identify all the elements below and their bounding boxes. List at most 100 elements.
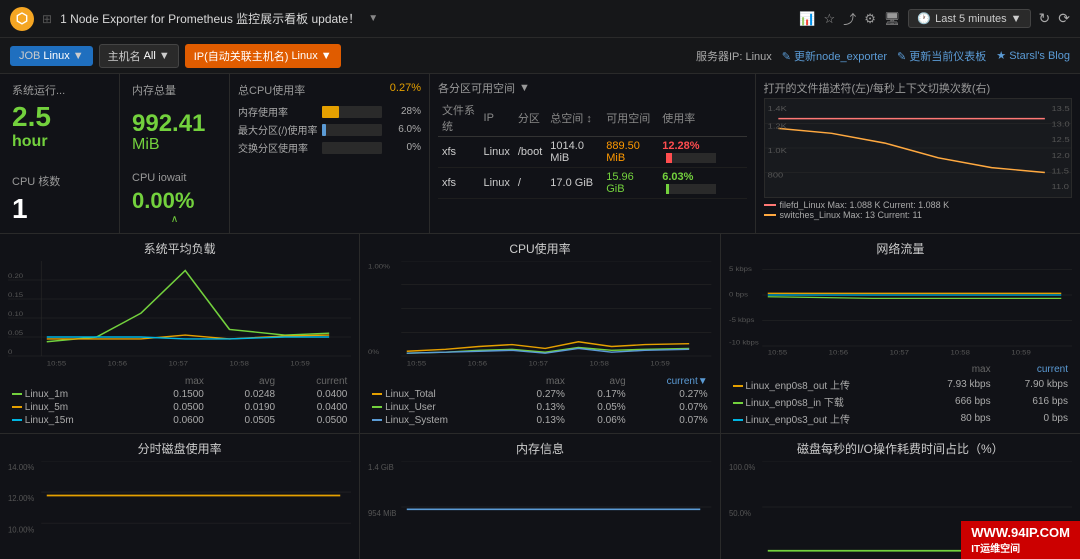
net-out-cur: 7.90 kbps <box>995 376 1072 393</box>
net-dot-in <box>733 402 743 404</box>
refresh-icon[interactable]: ↻ <box>1039 10 1051 27</box>
network-chart-title: 网络流量 <box>729 240 1072 257</box>
clock-icon: 🕐 <box>917 12 931 25</box>
cpu-col-max: max <box>508 375 569 388</box>
bar-track-1 <box>322 124 382 136</box>
update-exporter-link[interactable]: ✎ 更新node_exporter <box>782 48 887 64</box>
bottom-row: 分时磁盘使用率 14.00% 12.00% 10.00% 内存信息 <box>0 434 1080 559</box>
fs-cell-avail-1: 15.96 GiB <box>602 168 658 199</box>
fs-col-0: 文件系统 <box>438 100 480 137</box>
time-selector[interactable]: 🕐 Last 5 minutes ▼ <box>908 9 1030 28</box>
service-ip-label: 服务器IP: Linux <box>696 48 772 64</box>
bar-label-0: 内存使用率 <box>238 104 318 119</box>
svg-text:13.0: 13.0 <box>1051 121 1070 129</box>
time-dropdown-icon: ▼ <box>1011 13 1022 25</box>
load-col-avg: avg <box>208 375 279 388</box>
host-filter[interactable]: 主机名 All ▼ <box>99 44 179 68</box>
fd-legend-1: filefd_Linux Max: 1.088 K Current: 1.088… <box>764 200 1073 210</box>
svg-text:10:58: 10:58 <box>590 359 609 367</box>
load-legend-1m: Linux_1m 0.1500 0.0248 0.0400 <box>8 388 351 401</box>
net-legend-out: Linux_enp0s8_out 上传 7.93 kbps 7.90 kbps <box>729 376 1072 393</box>
disk-usage-chart: 14.00% 12.00% 10.00% <box>8 461 351 553</box>
chart-icon[interactable]: 📊 <box>799 11 815 27</box>
svg-text:1.2K: 1.2K <box>767 123 787 131</box>
svg-text:0 bps: 0 bps <box>729 292 749 298</box>
load-5m-avg: 0.0190 <box>208 401 279 414</box>
cpu-dot-user <box>372 406 382 408</box>
uptime-label: 系统运行... <box>12 82 107 98</box>
memory-svg: 1.4 GiB 954 MiB <box>368 461 711 553</box>
blog-link[interactable]: ★ Starsl's Blog <box>996 49 1070 62</box>
dashboard-title: 1 Node Exporter for Prometheus 监控展示看板 up… <box>60 10 360 27</box>
bar-label-2: 交换分区使用率 <box>238 140 318 155</box>
cpu-total-avg: 0.17% <box>569 388 630 401</box>
ip-filter[interactable]: IP(自动关联主机名) Linux ▼ <box>185 44 341 68</box>
bar-val-0: 28% <box>386 106 421 117</box>
grid-icon: ⊞ <box>42 12 52 26</box>
app-logo: ⬡ <box>10 7 34 31</box>
disk-usage-title: 分时磁盘使用率 <box>8 440 351 457</box>
star-icon[interactable]: ☆ <box>824 11 836 27</box>
ip-label: IP(自动关联主机名) <box>194 48 289 64</box>
swap-bar-row: 交换分区使用率 0% <box>238 140 421 155</box>
update-dashboard-link[interactable]: ✎ 更新当前仪表板 <box>897 48 986 64</box>
fd-legend-text-2: switches_Linux Max: 13 Current: 11 <box>780 210 922 220</box>
fs-dropdown-icon[interactable]: ▼ <box>519 82 530 94</box>
watermark-text: IT运维空间 <box>971 540 1070 555</box>
load-15m-avg: 0.0505 <box>208 414 279 427</box>
auto-refresh-icon[interactable]: ⟳ <box>1058 10 1070 27</box>
cpu-legend: max avg current▼ Linux_Total 0.27% 0.17%… <box>368 375 711 427</box>
fs-row-0: xfs Linux /boot 1014.0 MiB 889.50 MiB 12… <box>438 137 747 168</box>
svg-text:5 kbps: 5 kbps <box>729 267 752 273</box>
fs-cell-pct-1: 6.03% <box>658 168 746 199</box>
fs-col-1: IP <box>480 100 514 137</box>
filter-bar: JOB Linux ▼ 主机名 All ▼ IP(自动关联主机名) Linux … <box>0 38 1080 74</box>
net-in-max: 666 bps <box>917 393 994 410</box>
svg-text:10:56: 10:56 <box>828 350 848 356</box>
svg-text:0.15: 0.15 <box>8 291 23 299</box>
svg-text:10:56: 10:56 <box>468 359 487 367</box>
memory-unit: MiB <box>132 136 217 154</box>
filter-right: 服务器IP: Linux ✎ 更新node_exporter ✎ 更新当前仪表板… <box>696 48 1070 64</box>
title-dropdown-icon[interactable]: ▼ <box>368 13 378 24</box>
cpu-dot-system <box>372 419 382 421</box>
cpu-legend-system: Linux_System 0.13% 0.06% 0.07% <box>368 414 711 427</box>
svg-text:50.0%: 50.0% <box>729 509 751 518</box>
share-icon[interactable]: ⤴ <box>843 9 856 28</box>
svg-text:0%: 0% <box>368 348 380 356</box>
load-1m-cur: 0.0400 <box>279 388 351 401</box>
load-chart-area: 0.20 0.15 0.10 0.05 0 10:55 10:56 10:57 … <box>8 261 351 375</box>
cpu-system-max: 0.13% <box>508 414 569 427</box>
load-dot-5m <box>12 406 22 408</box>
network-chart-panel: 网络流量 5 kbps 0 bps -5 kbps -10 kbps <box>721 234 1080 433</box>
svg-text:12.0: 12.0 <box>1051 152 1070 160</box>
fs-cell-avail-0: 889.50 MiB <box>602 137 658 168</box>
cpu-usage-title: 总CPU使用率 <box>238 82 305 98</box>
monitor-icon[interactable]: 🖥 <box>884 11 901 27</box>
svg-text:1.4 GiB: 1.4 GiB <box>368 463 394 472</box>
host-label: 主机名 <box>108 48 141 64</box>
main-content: 系统运行... 2.5 hour CPU 核数 1 内存总量 992.41 Mi… <box>0 74 1080 559</box>
host-value: All <box>144 50 156 62</box>
uptime-panel: 系统运行... 2.5 hour CPU 核数 1 <box>0 74 120 233</box>
host-dropdown-icon: ▼ <box>159 50 170 62</box>
bar-track-2 <box>322 142 382 154</box>
svg-text:10:57: 10:57 <box>889 350 909 356</box>
net-out-max: 7.93 kbps <box>917 376 994 393</box>
job-filter[interactable]: JOB Linux ▼ <box>10 46 93 66</box>
cpu-col-avg: avg <box>569 375 630 388</box>
svg-text:10:57: 10:57 <box>169 359 188 367</box>
svg-text:12.00%: 12.00% <box>8 494 34 503</box>
cpu-user-cur: 0.07% <box>630 401 712 414</box>
fd-legend: filefd_Linux Max: 1.088 K Current: 1.088… <box>764 200 1073 220</box>
svg-text:14.00%: 14.00% <box>8 463 34 472</box>
fs-cell-pct-0: 12.28% <box>658 137 746 168</box>
svg-text:13.5: 13.5 <box>1051 105 1070 113</box>
fs-cell-mount-1: / <box>514 168 546 199</box>
fs-title: 各分区可用空间 <box>438 80 515 96</box>
settings-icon[interactable]: ⚙ <box>864 11 876 27</box>
time-selector-label: Last 5 minutes <box>935 13 1007 25</box>
cpu-iowait-value: 0.00% <box>132 188 217 214</box>
svg-text:11.0: 11.0 <box>1051 183 1069 191</box>
cpu-legend-user: Linux_User 0.13% 0.05% 0.07% <box>368 401 711 414</box>
